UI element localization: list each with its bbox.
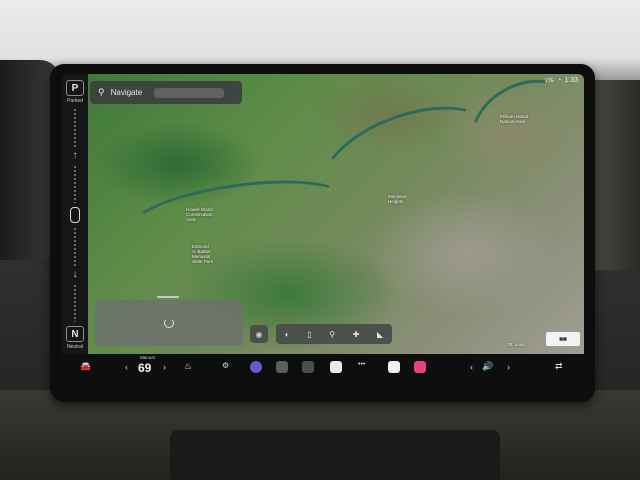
arrow-up-icon[interactable]: ↑	[73, 150, 78, 161]
car-top-view-icon[interactable]	[70, 207, 80, 223]
map-label-wildlife: Pelican Island Natural Area	[500, 114, 529, 124]
music-app-icon[interactable]	[414, 361, 426, 373]
swap-arrows-icon[interactable]: ⇄	[555, 361, 563, 372]
dashboard-right-panel	[590, 80, 640, 270]
gear-neutral-button[interactable]: N	[66, 326, 84, 342]
gear-selector-strip[interactable]: P Parked ↑ ↓ N Neutral	[62, 74, 88, 354]
car-icon[interactable]: 🚘	[80, 361, 91, 372]
dashcam-app-icon[interactable]	[276, 361, 288, 373]
map-label-suburb: Maryland Heights	[388, 194, 407, 204]
car-icon[interactable]: ◣	[377, 330, 383, 339]
temp-down-chevron-icon[interactable]: ‹	[125, 362, 128, 372]
calendar-app-icon[interactable]	[330, 361, 342, 373]
compass-icon[interactable]: ◐	[285, 330, 290, 339]
map-provider-logo: ▦▦	[546, 332, 580, 346]
gear-track-dots	[73, 283, 77, 322]
cabin-temperature[interactable]: 69	[138, 361, 151, 375]
volume-down-chevron-icon[interactable]: ‹	[470, 362, 473, 372]
gear-track-dots	[73, 108, 77, 147]
toybox-icon[interactable]: ⚙	[222, 361, 229, 370]
map-label-memorial: Edmund A. Babler Memorial State Park	[192, 244, 214, 264]
wifi-icon: ◔	[557, 77, 562, 84]
search-icon: ⚲	[98, 87, 105, 97]
loading-spinner-icon	[164, 318, 174, 328]
infotainment-screen: Howell Island Conservation Area Edmund A…	[62, 74, 584, 380]
gear-neutral-label: Neutral	[66, 344, 84, 350]
clock-time: 1:33	[564, 77, 578, 84]
seat-heat-icon[interactable]: ♨	[184, 361, 192, 372]
more-apps-icon[interactable]: •••	[358, 361, 365, 368]
notes-app-icon[interactable]	[388, 361, 400, 373]
volume-up-chevron-icon[interactable]: ›	[507, 362, 510, 372]
status-bar: LTE ◔ 1:33	[545, 77, 578, 84]
gear-track-dots	[73, 164, 77, 203]
trash-icon[interactable]: ▯	[307, 330, 311, 339]
media-player-card[interactable]	[95, 300, 243, 346]
search-blurred-text	[154, 87, 225, 98]
map-label-city: St. Louis	[508, 342, 526, 347]
gear-park-label: Parked	[67, 98, 83, 104]
arrow-down-icon[interactable]: ↓	[73, 269, 78, 280]
recenter-button[interactable]: ◉	[250, 325, 268, 343]
pin-icon[interactable]: ⚲	[329, 330, 335, 339]
temp-up-chevron-icon[interactable]: ›	[163, 362, 166, 372]
camera-app-icon[interactable]	[250, 361, 262, 373]
theater-app-icon[interactable]	[302, 361, 314, 373]
river-path	[124, 168, 352, 260]
console-storage	[170, 430, 500, 480]
charge-icon[interactable]: ✚	[353, 330, 360, 339]
gear-track-dots	[73, 227, 77, 266]
lte-icon: LTE	[545, 77, 555, 84]
volume-icon[interactable]: 🔊	[482, 361, 493, 372]
climate-mode-label: Manual	[140, 355, 155, 360]
gear-park-button[interactable]: P	[66, 80, 84, 96]
map-quick-controls[interactable]: ◐ ▯ ⚲ ✚ ◣	[276, 324, 392, 344]
recenter-icon: ◉	[255, 329, 263, 339]
map-label-island: Howell Island Conservation Area	[186, 207, 213, 222]
bottom-dock: 🚘 ‹ Manual 69 › ♨ ⚙ ••• ‹ 🔊 › ⇄	[62, 354, 584, 380]
navigation-search-bar[interactable]: ⚲ Navigate	[90, 81, 242, 104]
media-card-handle[interactable]	[157, 296, 179, 298]
search-input[interactable]: Navigate	[111, 88, 143, 97]
